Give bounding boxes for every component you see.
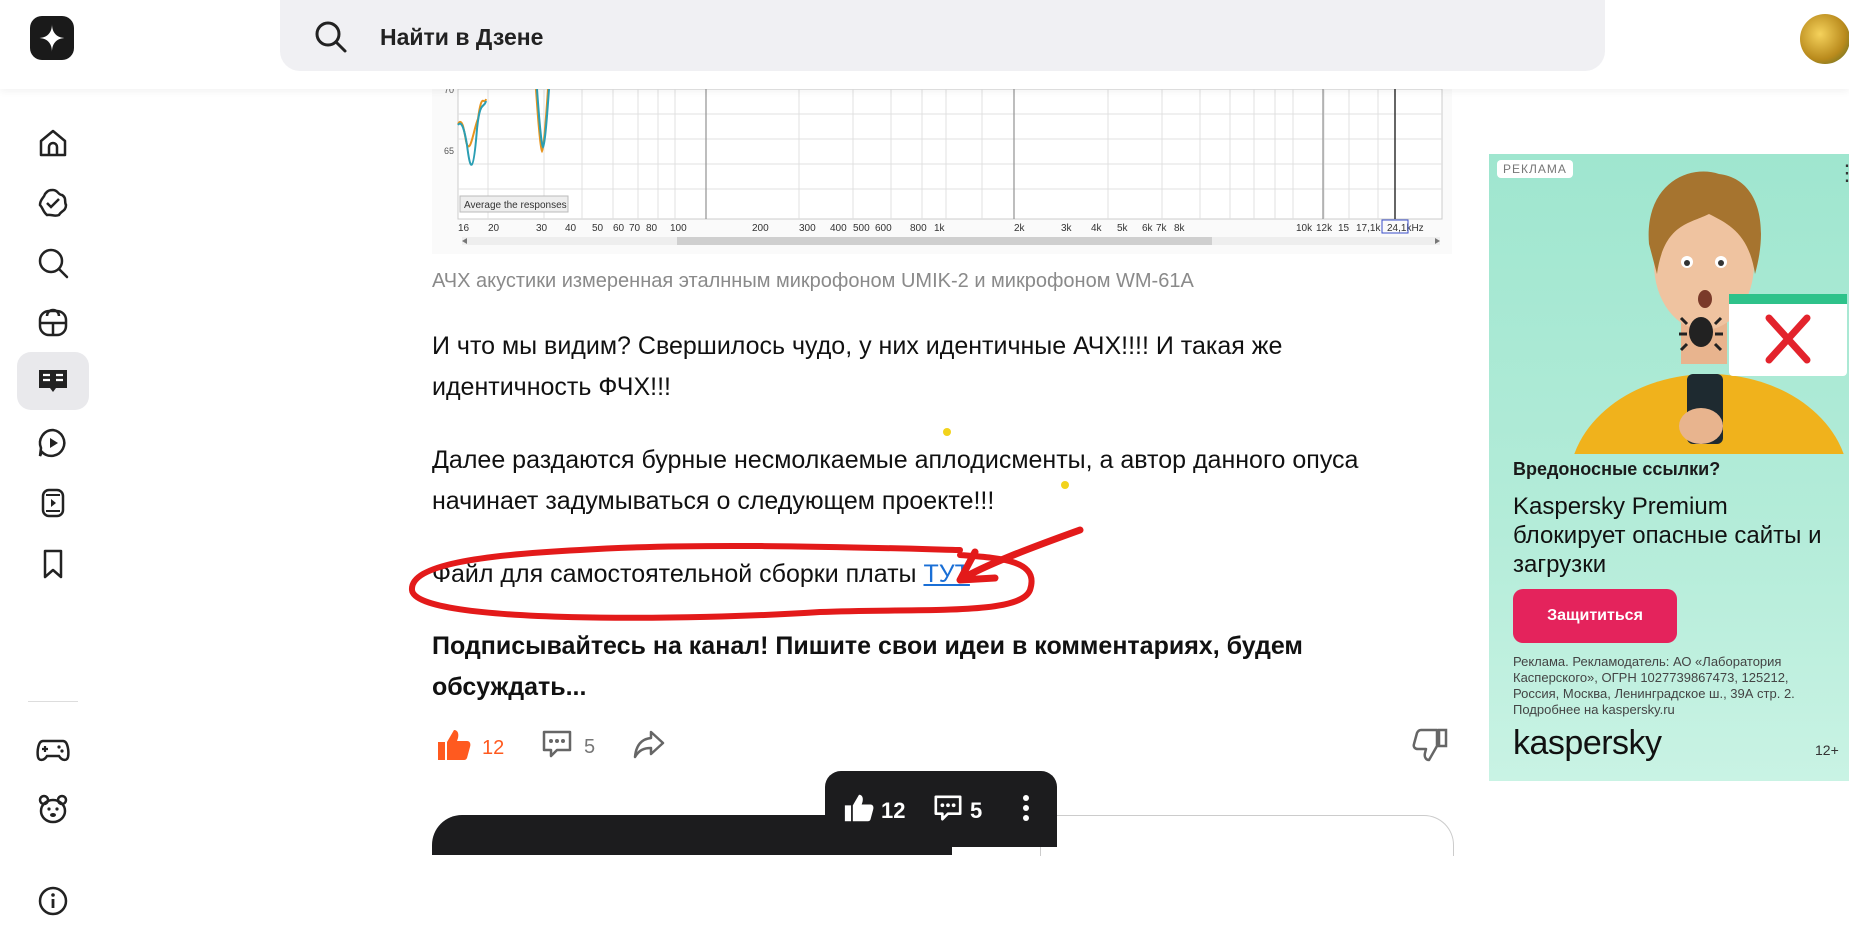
dzen-logo-icon[interactable] <box>30 16 74 60</box>
x-tick-label: 30 <box>536 223 548 234</box>
info-icon[interactable] <box>17 872 89 930</box>
comment-icon <box>932 793 964 829</box>
share-icon <box>632 728 666 766</box>
search-input[interactable]: Найти в Дзене <box>380 24 543 51</box>
comment-icon <box>540 728 574 766</box>
sidebar <box>0 89 100 916</box>
x-tick-label: 10k <box>1296 223 1313 234</box>
kids-icon[interactable] <box>17 780 89 838</box>
ad-legal-text: Реклама. Рекламодатель: АО «Лаборатория … <box>1513 654 1795 717</box>
channels-icon[interactable] <box>17 294 89 352</box>
subscribe-call: Подписывайтесь на канал! Пишите свои иде… <box>432 632 1303 701</box>
x-tick-label: 6k <box>1142 223 1154 234</box>
ad-blocked-window-illustration <box>1679 294 1847 376</box>
channel-block[interactable] <box>1040 815 1454 856</box>
thumbs-down-icon <box>1412 728 1448 768</box>
x-tick-label: 100 <box>670 223 687 234</box>
x-tick-label: 60 <box>613 223 625 234</box>
floating-action-bar: 12 5 <box>825 771 1057 847</box>
y-tick-70: 70 <box>444 89 454 95</box>
top-bar: Найти в Дзене <box>0 0 1849 89</box>
annotation-circle <box>409 526 1084 621</box>
avatar[interactable] <box>1800 14 1849 64</box>
thumbs-up-icon <box>436 728 472 768</box>
like-count: 12 <box>482 736 505 759</box>
frequency-response-chart: 70 65 Average the responses 16 20 30 40 50 60… <box>432 85 1452 254</box>
x-tick-label: 16 <box>458 223 470 234</box>
float-comment-count: 5 <box>970 798 983 823</box>
ad-cta-button[interactable]: Защититься <box>1513 589 1677 643</box>
dislike-button[interactable] <box>1412 728 1448 768</box>
x-tick-label: 7k <box>1156 223 1168 234</box>
subscriptions-icon[interactable] <box>17 174 89 232</box>
search-icon[interactable] <box>17 234 89 292</box>
chart-legend-label: Average the responses <box>464 200 567 211</box>
ad-brand-logo: kaspersky <box>1513 724 1662 762</box>
more-menu-icon[interactable] <box>1021 793 1031 823</box>
ad-menu-icon[interactable]: ⋮ <box>1836 160 1849 186</box>
x-tick-label: 15 <box>1338 223 1350 234</box>
x-tick-label: 200 <box>752 223 769 234</box>
comment-count: 5 <box>584 735 596 758</box>
ad-label: РЕКЛАМА <box>1497 160 1573 178</box>
ad-body: Kaspersky Premium блокирует опасные сайт… <box>1513 493 1822 578</box>
x-tick-label: 70 <box>629 223 641 234</box>
paragraph-1: И что мы видим? Свершилось чудо, у них и… <box>432 332 1283 401</box>
bookmark-icon[interactable] <box>17 535 89 593</box>
paragraph-2: Далее раздаются бурные несмолкаемые апло… <box>432 446 1359 515</box>
video-icon[interactable] <box>17 414 89 472</box>
x-tick-label: 3k <box>1061 223 1073 234</box>
float-comments-button[interactable]: 5 <box>932 793 982 829</box>
x-tick-label: 40 <box>565 223 577 234</box>
x-tick-label: 800 <box>910 223 927 234</box>
image-caption: АЧХ акустики измеренная эталнным микрофо… <box>432 270 1194 292</box>
x-tick-label: 300 <box>799 223 816 234</box>
thumbs-up-icon <box>843 793 875 829</box>
articles-icon[interactable] <box>17 352 89 410</box>
comments-button[interactable]: 5 <box>540 728 595 766</box>
x-tick-label: 50 <box>592 223 604 234</box>
x-tick-label: 17,1k <box>1356 223 1381 234</box>
ad-headline: Вредоносные ссылки? <box>1513 459 1721 479</box>
search-bar[interactable]: Найти в Дзене <box>280 0 1605 71</box>
x-tick-label: 8k <box>1174 223 1186 234</box>
x-tick-label: 600 <box>875 223 892 234</box>
x-tick-label: 5k <box>1117 223 1129 234</box>
like-button[interactable]: 12 <box>436 728 504 768</box>
search-icon <box>314 20 348 59</box>
advertisement-banner[interactable]: РЕКЛАМА Вредоносные ссылки? Kaspersky Pr… <box>1489 154 1849 781</box>
float-like-count: 12 <box>881 798 906 823</box>
x-tick-label: 400 <box>830 223 847 234</box>
games-icon[interactable] <box>17 720 89 778</box>
home-icon[interactable] <box>17 114 89 172</box>
shorts-icon[interactable] <box>17 474 89 532</box>
ad-age-rating: 12+ <box>1815 742 1839 758</box>
x-tick-label: 1k <box>934 223 946 234</box>
x-tick-label: 24,1kHz <box>1387 223 1424 234</box>
float-like-button[interactable]: 12 <box>843 793 905 829</box>
x-tick-label: 12k <box>1316 223 1333 234</box>
y-tick-65: 65 <box>444 146 454 156</box>
x-tick-label: 20 <box>488 223 500 234</box>
sidebar-divider <box>28 701 78 702</box>
article-actions: 12 5 <box>432 728 1452 768</box>
share-button[interactable] <box>632 728 666 766</box>
x-tick-label: 2k <box>1014 223 1026 234</box>
x-tick-label: 80 <box>646 223 658 234</box>
x-tick-label: 4k <box>1091 223 1103 234</box>
x-tick-label: 500 <box>853 223 870 234</box>
